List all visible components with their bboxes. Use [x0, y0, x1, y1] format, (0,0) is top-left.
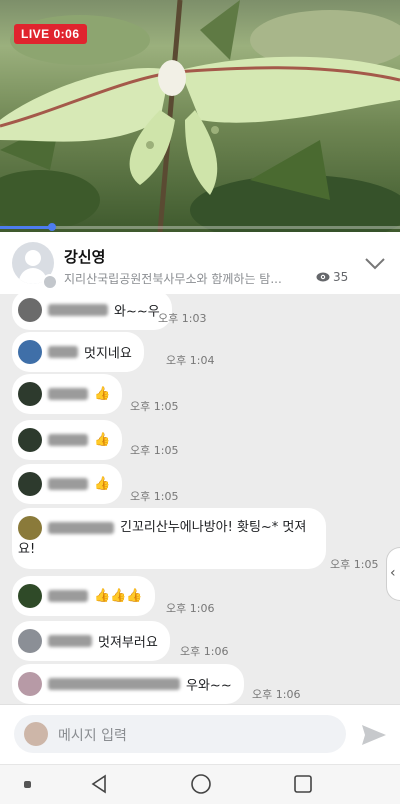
blurred-username [48, 434, 88, 446]
message-time: 오후 1:05 [330, 558, 379, 571]
message-text: 👍 [94, 386, 111, 402]
blurred-username [48, 590, 88, 602]
viewer-count-value: 35 [333, 270, 349, 284]
message-text: 멋지네요 [84, 346, 132, 362]
message-text: 와~~우 [114, 304, 160, 320]
chat-bubble[interactable]: 👍👍👍 [12, 576, 155, 616]
message-time: 오후 1:06 [252, 688, 301, 701]
chat-bubble[interactable]: 우와~~ [12, 664, 244, 704]
video-progress-fill [0, 226, 52, 229]
chat-message: 멋지네요 [12, 332, 144, 372]
avatar[interactable] [18, 672, 42, 696]
message-time: 오후 1:06 [166, 602, 215, 615]
chat-message: 멋져부러요 [12, 621, 170, 661]
avatar[interactable] [18, 298, 42, 322]
my-avatar [24, 722, 48, 746]
chat-bubble[interactable]: 멋져부러요 [12, 621, 170, 661]
chevron-left-icon: ‹ [390, 565, 396, 581]
blurred-username [48, 678, 180, 690]
chat-message: 긴꼬리산누에나방아! 홧팅~* 멋져요! [12, 508, 326, 569]
chat-message: 👍 [12, 374, 123, 414]
chevron-down-icon[interactable] [364, 256, 386, 270]
blurred-username [48, 478, 88, 490]
live-video[interactable]: LIVE 0:06 [0, 0, 400, 232]
blurred-username [48, 304, 108, 316]
chat-bubble[interactable]: 긴꼬리산누에나방아! 홧팅~* 멋져요! [12, 508, 326, 569]
message-text: 우와~~ [186, 678, 232, 694]
message-time: 오후 1:03 [158, 312, 207, 325]
message-text: 👍👍👍 [94, 588, 143, 604]
avatar[interactable] [18, 382, 42, 406]
video-progress-knob[interactable] [48, 223, 56, 231]
message-input-placeholder: 메시지 입력 [58, 728, 127, 744]
chat-bubble[interactable]: 와~~우 [12, 294, 172, 330]
chat-bubble[interactable]: 멋지네요 [12, 332, 144, 372]
host-badge-icon [42, 274, 58, 290]
chat-bubble[interactable]: 👍 [12, 464, 123, 504]
home-icon[interactable] [190, 773, 212, 799]
avatar[interactable] [18, 428, 42, 452]
host-name[interactable]: 강신영 [64, 246, 105, 267]
chat-list[interactable]: 와~~우 오후 1:03 멋지네요 오후 1:04 👍 오후 1:05 👍 오후… [0, 294, 400, 704]
avatar[interactable] [18, 584, 42, 608]
avatar[interactable] [18, 472, 42, 496]
video-progress[interactable] [0, 223, 400, 231]
viewer-count: 35 [316, 270, 348, 285]
message-time: 오후 1:04 [166, 354, 215, 367]
broadcast-title: 지리산국립공원전북사무소와 함께하는 탐... [64, 272, 282, 286]
chat-bubble[interactable]: 👍 [12, 420, 123, 460]
chat-message: 👍👍👍 [12, 576, 155, 616]
blurred-username [48, 522, 114, 534]
message-composer: 메시지 입력 [0, 704, 400, 765]
broadcast-header: 강신영 지리산국립공원전북사무소와 함께하는 탐... 35 [0, 232, 400, 295]
side-panel-toggle[interactable]: ‹ [386, 547, 400, 601]
message-text: 👍 [94, 476, 111, 492]
live-badge: LIVE 0:06 [14, 24, 87, 44]
message-text: 👍 [94, 432, 111, 448]
message-time: 오후 1:06 [180, 645, 229, 658]
system-nav-bar [0, 764, 400, 804]
avatar[interactable] [18, 629, 42, 653]
message-time: 오후 1:05 [130, 490, 179, 503]
blurred-username [48, 388, 88, 400]
back-icon[interactable] [88, 773, 110, 799]
eye-icon [316, 271, 330, 285]
blurred-username [48, 346, 78, 358]
chat-message: 👍 [12, 420, 123, 460]
chat-message: 우와~~ [12, 664, 244, 704]
message-input[interactable]: 메시지 입력 [14, 715, 346, 753]
blurred-username [48, 635, 92, 647]
message-time: 오후 1:05 [130, 400, 179, 413]
message-time: 오후 1:05 [130, 444, 179, 457]
message-text: 멋져부러요 [98, 635, 158, 651]
chat-message: 와~~우 [12, 294, 172, 330]
chat-message: 👍 [12, 464, 123, 504]
avatar[interactable] [18, 516, 42, 540]
send-icon[interactable] [360, 723, 388, 747]
chat-bubble[interactable]: 👍 [12, 374, 123, 414]
overview-icon[interactable] [292, 773, 314, 799]
avatar[interactable] [18, 340, 42, 364]
recent-dot-icon[interactable] [24, 781, 31, 788]
